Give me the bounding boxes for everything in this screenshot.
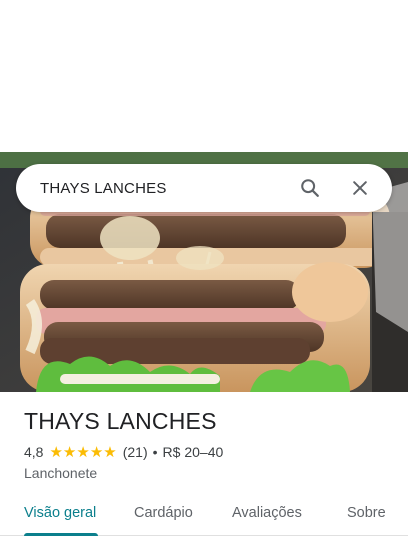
- search-bar[interactable]: THAYS LANCHES: [16, 164, 392, 212]
- separator-dot: •: [152, 444, 158, 460]
- search-icon[interactable]: [292, 170, 328, 206]
- close-icon[interactable]: [342, 170, 378, 206]
- rating-value: 4,8: [24, 444, 44, 460]
- rating-row: 4,8 ★ ★ ★ ★ ★ (21) • R$ 20–40: [24, 444, 223, 460]
- star-icon: ★: [49, 443, 63, 461]
- price-range: R$ 20–40: [162, 444, 224, 460]
- star-icon: ★: [89, 443, 104, 461]
- search-input[interactable]: THAYS LANCHES: [40, 180, 292, 197]
- tab-menu[interactable]: Cardápio: [134, 490, 193, 536]
- tab-overview[interactable]: Visão geral: [24, 490, 96, 536]
- tab-reviews[interactable]: Avaliações: [232, 490, 302, 536]
- place-title: THAYS LANCHES: [24, 408, 217, 434]
- star-icon: ★: [76, 443, 90, 461]
- tab-about[interactable]: Sobre: [347, 490, 386, 536]
- active-tab-indicator: [24, 533, 98, 536]
- place-tabs: Visão geral Cardápio Avaliações Sobre: [0, 490, 408, 536]
- review-count[interactable]: (21): [123, 444, 148, 460]
- place-category[interactable]: Lanchonete: [24, 465, 97, 481]
- star-rating[interactable]: ★ ★ ★ ★ ★: [49, 445, 116, 460]
- star-icon: ★: [103, 443, 117, 461]
- star-icon: ★: [62, 443, 77, 461]
